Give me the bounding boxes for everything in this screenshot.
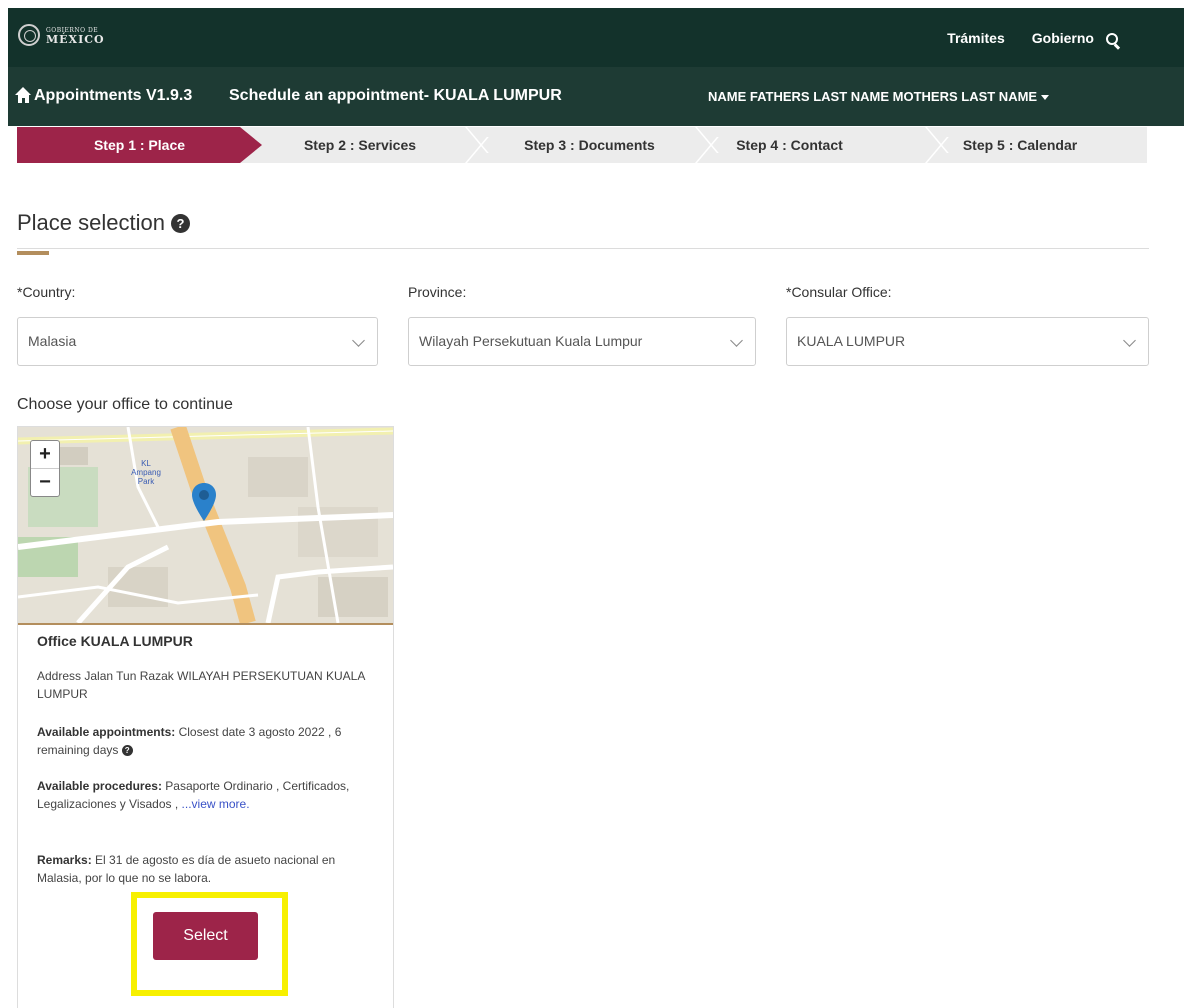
steps-bar: Step 1 : Place Step 2 : Services Step 3 … [17, 127, 1147, 163]
office-address: Address Jalan Tun Razak WILAYAH PERSEKUT… [37, 669, 365, 701]
step-documents: Step 3 : Documents [524, 137, 655, 153]
office-appointments: Available appointments: Closest date 3 a… [37, 723, 377, 759]
appointments-label: Available appointments: [37, 725, 176, 739]
consular-office-value: KUALA LUMPUR [797, 333, 906, 349]
help-icon[interactable]: ? [121, 745, 133, 757]
user-menu[interactable]: NAME FATHERS LAST NAME MOTHERS LAST NAME [708, 89, 1050, 104]
map-zoom-controls: + − [30, 440, 60, 497]
page-title-text: Place selection [17, 210, 165, 235]
consular-office-label: *Consular Office: [786, 284, 892, 300]
nav-link-tramites[interactable]: Trámites [947, 30, 1005, 46]
zoom-in-button[interactable]: + [31, 441, 59, 468]
chevron-down-icon [352, 334, 365, 347]
mexico-seal-icon [18, 24, 40, 46]
province-select[interactable]: Wilayah Persekutuan Kuala Lumpur [408, 317, 756, 366]
select-office-button[interactable]: Select [153, 912, 258, 960]
office-card: KL Ampang Park + − Office KUALA LUMPUR A… [17, 426, 394, 1008]
office-remarks: Remarks: El 31 de agosto es día de asuet… [37, 851, 377, 887]
chevron-down-icon [1123, 334, 1136, 347]
step-contact: Step 4 : Contact [736, 137, 843, 153]
help-icon[interactable]: ? [170, 213, 190, 233]
map-marker-icon[interactable] [192, 483, 216, 521]
province-value: Wilayah Persekutuan Kuala Lumpur [419, 333, 643, 349]
caret-down-icon [1041, 95, 1050, 100]
step-services: Step 2 : Services [303, 137, 417, 153]
chevron-down-icon [730, 334, 743, 347]
nav-link-gobierno[interactable]: Gobierno [1032, 30, 1094, 46]
gobierno-mexico-logo[interactable]: GOBIERNO DE MÉXICO [18, 24, 105, 46]
step-place: Step 1 : Place [17, 127, 262, 163]
office-procedures: Available procedures: Pasaporte Ordinari… [37, 777, 377, 813]
top-header: GOBIERNO DE MÉXICO Trámites Gobierno [8, 8, 1184, 67]
country-select[interactable]: Malasia [17, 317, 378, 366]
map-label: KL Ampang Park [131, 459, 161, 486]
app-title[interactable]: Appointments V1.9.3 [34, 87, 192, 105]
title-accent-bar [17, 251, 49, 255]
view-more-link[interactable]: ...view more. [182, 797, 250, 811]
choose-office-label: Choose your office to continue [17, 396, 233, 413]
top-nav: Trámites Gobierno [947, 30, 1094, 46]
country-label: *Country: [17, 284, 76, 300]
step-calendar: Step 5 : Calendar [962, 137, 1078, 153]
procedures-label: Available procedures: [37, 779, 162, 793]
title-divider [17, 248, 1149, 249]
page-title: Place selection ? [17, 210, 190, 236]
map-tiles [18, 427, 393, 623]
user-name: NAME FATHERS LAST NAME MOTHERS LAST NAME [708, 89, 1038, 104]
zoom-out-button[interactable]: − [31, 469, 59, 496]
remarks-label: Remarks: [37, 853, 92, 867]
home-icon[interactable] [15, 87, 32, 103]
country-value: Malasia [28, 333, 77, 349]
sub-header: Appointments V1.9.3 Schedule an appointm… [8, 67, 1184, 126]
logo-big-text: MÉXICO [46, 33, 105, 46]
office-map[interactable]: KL Ampang Park + − [18, 427, 393, 623]
map-bottom-border [18, 623, 393, 625]
search-icon[interactable] [1106, 33, 1120, 47]
office-title: Office KUALA LUMPUR [37, 633, 193, 649]
consular-office-select[interactable]: KUALA LUMPUR [786, 317, 1149, 366]
province-label: Province: [408, 284, 467, 300]
page-subtitle: Schedule an appointment- KUALA LUMPUR [229, 87, 562, 104]
